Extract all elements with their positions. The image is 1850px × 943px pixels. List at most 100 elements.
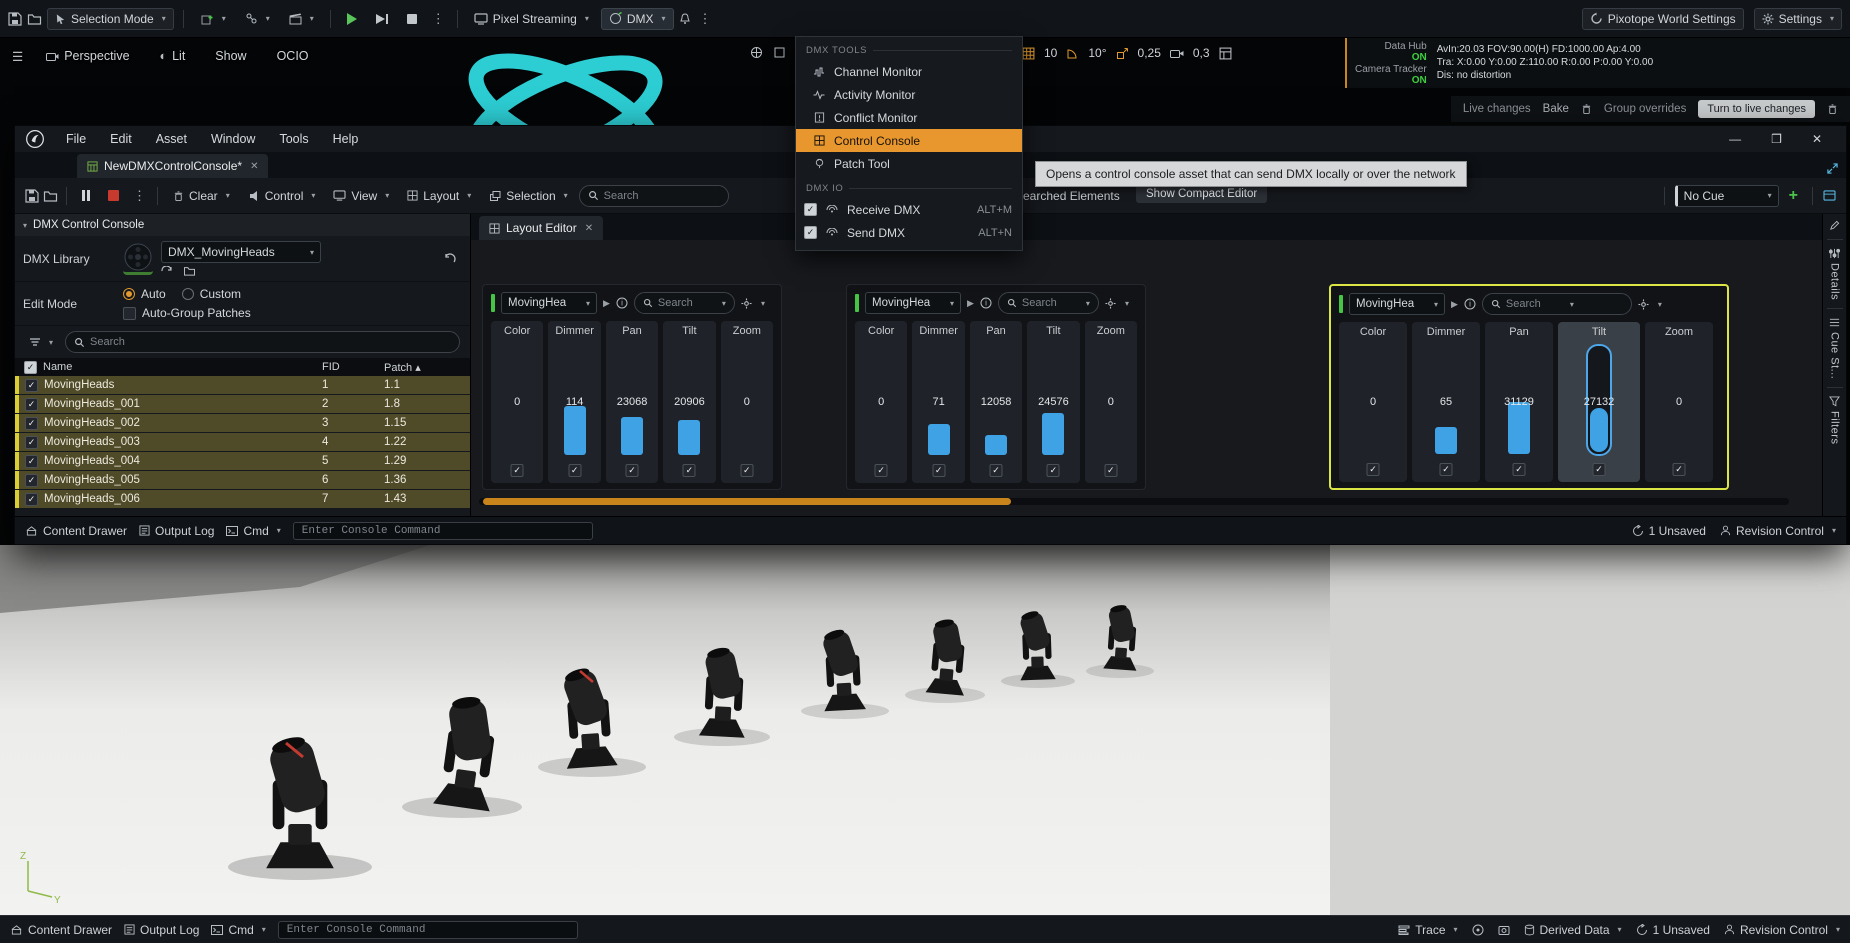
group-settings-gear-icon[interactable] [741, 298, 752, 309]
fader-pan[interactable]: Pan12058✓ [970, 321, 1022, 483]
window-minimize-button[interactable]: — [1729, 132, 1741, 146]
fader-checkbox[interactable]: ✓ [875, 464, 888, 477]
edit-mode-auto-radio[interactable]: Auto [123, 287, 166, 301]
row-checkbox[interactable]: ✓ [25, 455, 38, 468]
menu-item-receive-dmx[interactable]: ✓Receive DMXALT+M [796, 198, 1022, 221]
group-search-input[interactable]: ▾ [998, 292, 1099, 314]
fader-checkbox[interactable]: ✓ [568, 464, 581, 477]
window-close-button[interactable]: ✕ [1812, 132, 1822, 146]
blueprints-dropdown[interactable]: ▾ [238, 9, 277, 28]
patch-row[interactable]: ✓MovingHeads_00121.8 [15, 395, 470, 414]
row-checkbox[interactable]: ✓ [25, 398, 38, 411]
viewport-menu-icon[interactable]: ☰ [12, 49, 23, 64]
screenshot-icon[interactable] [1498, 924, 1510, 936]
row-checkbox[interactable]: ✓ [25, 379, 38, 392]
fader-tilt[interactable]: Tilt20906✓ [663, 321, 715, 483]
expand-arrow-icon[interactable]: ▶ [967, 298, 974, 309]
fader-color[interactable]: Color0✓ [491, 321, 543, 483]
derived-data-dropdown[interactable]: Derived Data▾ [1524, 923, 1622, 937]
save-all-icon[interactable] [8, 12, 22, 26]
horizontal-scrollbar[interactable] [479, 498, 1789, 505]
menu-help[interactable]: Help [322, 129, 370, 149]
selection-mode-dropdown[interactable]: Selection Mode▾ [47, 8, 174, 30]
patch-row[interactable]: ✓MovingHeads_00451.29 [15, 452, 470, 471]
actor-snap-icon[interactable] [773, 46, 786, 59]
select-all-checkbox[interactable]: ✓ [24, 361, 37, 374]
group-settings-gear-icon[interactable] [1105, 298, 1116, 309]
lit-dropdown[interactable]: ◐Lit [153, 46, 193, 66]
fader-tilt-selected[interactable]: Tilt27132✓ [1558, 322, 1640, 482]
fader-dimmer[interactable]: Dimmer65✓ [1412, 322, 1480, 482]
fader-checkbox[interactable]: ✓ [1367, 463, 1380, 476]
fader-zoom[interactable]: Zoom0✓ [721, 321, 773, 483]
bake-button[interactable]: Bake [1543, 103, 1569, 115]
tab-details[interactable]: Details [1829, 248, 1841, 300]
group-search-input[interactable]: ▾ [1482, 293, 1632, 315]
unsaved-status[interactable]: 1 Unsaved [1632, 524, 1706, 538]
left-panel-header[interactable]: ▾DMX Control Console [15, 214, 470, 236]
console-command-input[interactable] [293, 522, 593, 540]
layout-canvas[interactable]: MovingHea▾ ▶ i ▾ ▾ Color0✓ Dimmer114✓ Pa… [471, 240, 1822, 516]
menu-item-activity-monitor[interactable]: Activity Monitor [796, 83, 1022, 106]
dmx-dropdown[interactable]: DMX▾ [601, 8, 674, 30]
fader-checkbox[interactable]: ✓ [932, 464, 945, 477]
tab-newdmxcontrolconsole[interactable]: NewDMXControlConsole* ✕ [77, 154, 268, 178]
rotation-snap-value[interactable]: 10° [1088, 46, 1106, 60]
fader-checkbox[interactable]: ✓ [626, 464, 639, 477]
play-options-kebab[interactable]: ⋮ [429, 11, 448, 27]
perspective-dropdown[interactable]: Perspective [39, 46, 136, 66]
scale-snap-icon[interactable] [1116, 47, 1129, 60]
fader-checkbox[interactable]: ✓ [683, 464, 696, 477]
fader-checkbox[interactable]: ✓ [1104, 464, 1117, 477]
scrollbar-thumb[interactable] [483, 498, 1011, 505]
show-compact-editor-button[interactable]: Show Compact Editor [1136, 185, 1267, 203]
camera-speed-value[interactable]: 0,3 [1193, 46, 1210, 60]
group-settings-gear-icon[interactable] [1638, 299, 1649, 310]
fader-pan[interactable]: Pan23068✓ [606, 321, 658, 483]
fader-checkbox[interactable]: ✓ [511, 464, 524, 477]
content-drawer-button[interactable]: Content Drawer [25, 524, 127, 538]
surface-snap-icon[interactable] [750, 46, 763, 59]
group-search-input[interactable]: ▾ [634, 292, 735, 314]
stop-dmx-button[interactable] [101, 187, 126, 204]
column-patch[interactable]: Patch ▴ [384, 361, 470, 374]
fader-checkbox[interactable]: ✓ [1440, 463, 1453, 476]
send-dmx-checkbox[interactable]: ✓ [804, 226, 817, 239]
library-asset-thumbnail[interactable] [123, 242, 153, 275]
fader-zoom[interactable]: Zoom0✓ [1645, 322, 1713, 482]
playback-options-kebab[interactable]: ⋮ [130, 188, 149, 204]
revision-control-dropdown[interactable]: Revision Control▾ [1724, 923, 1840, 937]
cue-selector-dropdown[interactable]: No Cue▾ [1675, 185, 1779, 207]
row-checkbox[interactable]: ✓ [25, 417, 38, 430]
undo-icon[interactable] [436, 253, 462, 264]
viewport-scene[interactable]: Z Y [0, 545, 1850, 915]
ocio-dropdown[interactable]: OCIO [270, 46, 316, 66]
browse-asset-icon[interactable] [43, 190, 58, 202]
settings-dropdown[interactable]: Settings▾ [1754, 8, 1842, 30]
menu-item-send-dmx[interactable]: ✓Send DMXALT+N [796, 221, 1022, 244]
expand-window-icon[interactable] [1827, 163, 1846, 178]
show-dropdown[interactable]: Show [208, 46, 253, 66]
patch-row[interactable]: ✓MovingHeads_00341.22 [15, 433, 470, 452]
fader-checkbox[interactable]: ✓ [740, 464, 753, 477]
insights-icon[interactable] [1472, 924, 1484, 936]
trash-icon[interactable] [1827, 103, 1838, 115]
add-cue-button[interactable]: + [1785, 187, 1802, 205]
expand-arrow-icon[interactable]: ▶ [1451, 299, 1458, 310]
pause-dmx-button[interactable] [75, 187, 97, 204]
trash-icon[interactable] [1581, 103, 1592, 115]
fader-group-1[interactable]: MovingHea▾ ▶ i ▾ ▾ Color0✓ Dimmer114✓ Pa… [482, 284, 782, 490]
fader-group-2[interactable]: MovingHea▾ ▶ i ▾ ▾ Color0✓ Dimmer71✓ Pan… [846, 284, 1146, 490]
fader-zoom[interactable]: Zoom0✓ [1085, 321, 1137, 483]
menu-item-patch-tool[interactable]: Patch Tool [796, 152, 1022, 175]
auto-group-patches-checkbox[interactable]: Auto-Group Patches [123, 306, 436, 320]
unsaved-status[interactable]: 1 Unsaved [1636, 923, 1710, 937]
fader-pan[interactable]: Pan31129✓ [1485, 322, 1553, 482]
column-fid[interactable]: FID [322, 361, 378, 373]
fader-checkbox[interactable]: ✓ [990, 464, 1003, 477]
patch-row[interactable]: ✓MovingHeads_00231.15 [15, 414, 470, 433]
receive-dmx-checkbox[interactable]: ✓ [804, 203, 817, 216]
patch-table-header[interactable]: ✓ Name FID Patch ▴ [15, 358, 470, 376]
tab-cue-stack[interactable]: Cue St... [1829, 317, 1841, 379]
column-name[interactable]: Name [43, 361, 316, 373]
